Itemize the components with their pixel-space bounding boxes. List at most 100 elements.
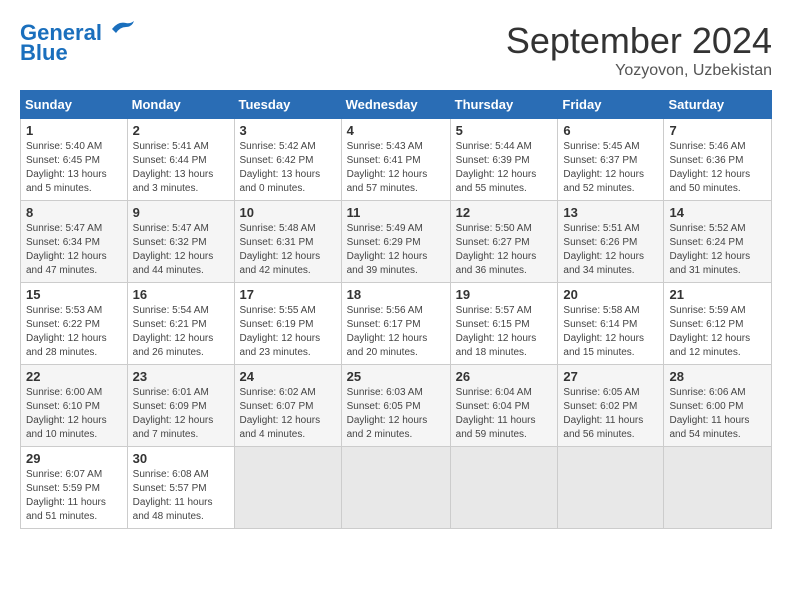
header-friday: Friday (558, 91, 664, 119)
calendar-cell: 18 Sunrise: 5:56 AMSunset: 6:17 PMDaylig… (341, 283, 450, 365)
calendar-cell: 11 Sunrise: 5:49 AMSunset: 6:29 PMDaylig… (341, 201, 450, 283)
day-number: 25 (347, 369, 445, 384)
day-detail: Sunrise: 5:50 AMSunset: 6:27 PMDaylight:… (456, 223, 537, 276)
calendar-cell: 20 Sunrise: 5:58 AMSunset: 6:14 PMDaylig… (558, 283, 664, 365)
day-detail: Sunrise: 5:53 AMSunset: 6:22 PMDaylight:… (26, 305, 107, 358)
day-detail: Sunrise: 6:00 AMSunset: 6:10 PMDaylight:… (26, 387, 107, 440)
day-detail: Sunrise: 5:56 AMSunset: 6:17 PMDaylight:… (347, 305, 428, 358)
day-number: 15 (26, 287, 122, 302)
day-number: 3 (240, 123, 336, 138)
day-detail: Sunrise: 6:03 AMSunset: 6:05 PMDaylight:… (347, 387, 428, 440)
day-number: 17 (240, 287, 336, 302)
day-detail: Sunrise: 6:04 AMSunset: 6:04 PMDaylight:… (456, 387, 536, 440)
day-number: 7 (669, 123, 766, 138)
day-number: 14 (669, 205, 766, 220)
calendar-cell: 5 Sunrise: 5:44 AMSunset: 6:39 PMDayligh… (450, 119, 558, 201)
day-number: 8 (26, 205, 122, 220)
week-row-1: 1 Sunrise: 5:40 AMSunset: 6:45 PMDayligh… (21, 119, 772, 201)
calendar-cell: 24 Sunrise: 6:02 AMSunset: 6:07 PMDaylig… (234, 365, 341, 447)
day-detail: Sunrise: 5:44 AMSunset: 6:39 PMDaylight:… (456, 141, 537, 194)
location-text: Yozyovon, Uzbekistan (506, 62, 772, 80)
day-detail: Sunrise: 5:55 AMSunset: 6:19 PMDaylight:… (240, 305, 321, 358)
day-number: 4 (347, 123, 445, 138)
header-saturday: Saturday (664, 91, 772, 119)
page-header: General Blue September 2024 Yozyovon, Uz… (20, 20, 772, 80)
day-detail: Sunrise: 5:54 AMSunset: 6:21 PMDaylight:… (133, 305, 214, 358)
calendar-cell: 29 Sunrise: 6:07 AMSunset: 5:59 PMDaylig… (21, 447, 128, 529)
day-detail: Sunrise: 5:49 AMSunset: 6:29 PMDaylight:… (347, 223, 428, 276)
calendar-cell: 22 Sunrise: 6:00 AMSunset: 6:10 PMDaylig… (21, 365, 128, 447)
day-detail: Sunrise: 5:47 AMSunset: 6:32 PMDaylight:… (133, 223, 214, 276)
calendar-cell (341, 447, 450, 529)
day-detail: Sunrise: 5:57 AMSunset: 6:15 PMDaylight:… (456, 305, 537, 358)
calendar-cell: 12 Sunrise: 5:50 AMSunset: 6:27 PMDaylig… (450, 201, 558, 283)
day-number: 19 (456, 287, 553, 302)
calendar-cell: 26 Sunrise: 6:04 AMSunset: 6:04 PMDaylig… (450, 365, 558, 447)
calendar-cell: 23 Sunrise: 6:01 AMSunset: 6:09 PMDaylig… (127, 365, 234, 447)
calendar-cell: 3 Sunrise: 5:42 AMSunset: 6:42 PMDayligh… (234, 119, 341, 201)
week-row-5: 29 Sunrise: 6:07 AMSunset: 5:59 PMDaylig… (21, 447, 772, 529)
header-sunday: Sunday (21, 91, 128, 119)
calendar-cell: 15 Sunrise: 5:53 AMSunset: 6:22 PMDaylig… (21, 283, 128, 365)
day-detail: Sunrise: 5:48 AMSunset: 6:31 PMDaylight:… (240, 223, 321, 276)
calendar-cell: 13 Sunrise: 5:51 AMSunset: 6:26 PMDaylig… (558, 201, 664, 283)
day-number: 6 (563, 123, 658, 138)
logo-text-blue: Blue (20, 40, 68, 66)
day-number: 21 (669, 287, 766, 302)
day-number: 2 (133, 123, 229, 138)
day-number: 29 (26, 451, 122, 466)
day-number: 11 (347, 205, 445, 220)
day-detail: Sunrise: 5:52 AMSunset: 6:24 PMDaylight:… (669, 223, 750, 276)
day-number: 22 (26, 369, 122, 384)
day-number: 27 (563, 369, 658, 384)
logo-bird-icon (104, 19, 136, 39)
header-thursday: Thursday (450, 91, 558, 119)
day-number: 9 (133, 205, 229, 220)
day-detail: Sunrise: 6:07 AMSunset: 5:59 PMDaylight:… (26, 469, 106, 522)
day-detail: Sunrise: 5:40 AMSunset: 6:45 PMDaylight:… (26, 141, 107, 194)
title-section: September 2024 Yozyovon, Uzbekistan (506, 20, 772, 80)
day-number: 10 (240, 205, 336, 220)
calendar-cell: 4 Sunrise: 5:43 AMSunset: 6:41 PMDayligh… (341, 119, 450, 201)
header-wednesday: Wednesday (341, 91, 450, 119)
month-title: September 2024 (506, 20, 772, 62)
calendar-cell: 8 Sunrise: 5:47 AMSunset: 6:34 PMDayligh… (21, 201, 128, 283)
header-tuesday: Tuesday (234, 91, 341, 119)
day-number: 16 (133, 287, 229, 302)
logo: General Blue (20, 20, 136, 66)
calendar-cell: 27 Sunrise: 6:05 AMSunset: 6:02 PMDaylig… (558, 365, 664, 447)
day-detail: Sunrise: 5:43 AMSunset: 6:41 PMDaylight:… (347, 141, 428, 194)
day-number: 23 (133, 369, 229, 384)
day-detail: Sunrise: 5:41 AMSunset: 6:44 PMDaylight:… (133, 141, 214, 194)
calendar-cell (664, 447, 772, 529)
calendar-cell: 14 Sunrise: 5:52 AMSunset: 6:24 PMDaylig… (664, 201, 772, 283)
day-number: 13 (563, 205, 658, 220)
calendar-cell: 1 Sunrise: 5:40 AMSunset: 6:45 PMDayligh… (21, 119, 128, 201)
day-detail: Sunrise: 6:08 AMSunset: 5:57 PMDaylight:… (133, 469, 213, 522)
day-number: 1 (26, 123, 122, 138)
calendar-cell: 6 Sunrise: 5:45 AMSunset: 6:37 PMDayligh… (558, 119, 664, 201)
calendar-cell: 19 Sunrise: 5:57 AMSunset: 6:15 PMDaylig… (450, 283, 558, 365)
calendar-cell: 25 Sunrise: 6:03 AMSunset: 6:05 PMDaylig… (341, 365, 450, 447)
week-row-3: 15 Sunrise: 5:53 AMSunset: 6:22 PMDaylig… (21, 283, 772, 365)
day-detail: Sunrise: 6:02 AMSunset: 6:07 PMDaylight:… (240, 387, 321, 440)
calendar-cell: 21 Sunrise: 5:59 AMSunset: 6:12 PMDaylig… (664, 283, 772, 365)
calendar-cell (450, 447, 558, 529)
day-detail: Sunrise: 5:46 AMSunset: 6:36 PMDaylight:… (669, 141, 750, 194)
week-row-2: 8 Sunrise: 5:47 AMSunset: 6:34 PMDayligh… (21, 201, 772, 283)
calendar-cell (234, 447, 341, 529)
day-detail: Sunrise: 5:58 AMSunset: 6:14 PMDaylight:… (563, 305, 644, 358)
day-number: 20 (563, 287, 658, 302)
day-detail: Sunrise: 5:45 AMSunset: 6:37 PMDaylight:… (563, 141, 644, 194)
day-detail: Sunrise: 5:51 AMSunset: 6:26 PMDaylight:… (563, 223, 644, 276)
calendar-cell: 10 Sunrise: 5:48 AMSunset: 6:31 PMDaylig… (234, 201, 341, 283)
day-number: 28 (669, 369, 766, 384)
day-number: 26 (456, 369, 553, 384)
calendar-table: Sunday Monday Tuesday Wednesday Thursday… (20, 90, 772, 529)
calendar-cell (558, 447, 664, 529)
header-monday: Monday (127, 91, 234, 119)
calendar-cell: 28 Sunrise: 6:06 AMSunset: 6:00 PMDaylig… (664, 365, 772, 447)
calendar-cell: 2 Sunrise: 5:41 AMSunset: 6:44 PMDayligh… (127, 119, 234, 201)
day-detail: Sunrise: 6:06 AMSunset: 6:00 PMDaylight:… (669, 387, 749, 440)
calendar-header-row: Sunday Monday Tuesday Wednesday Thursday… (21, 91, 772, 119)
